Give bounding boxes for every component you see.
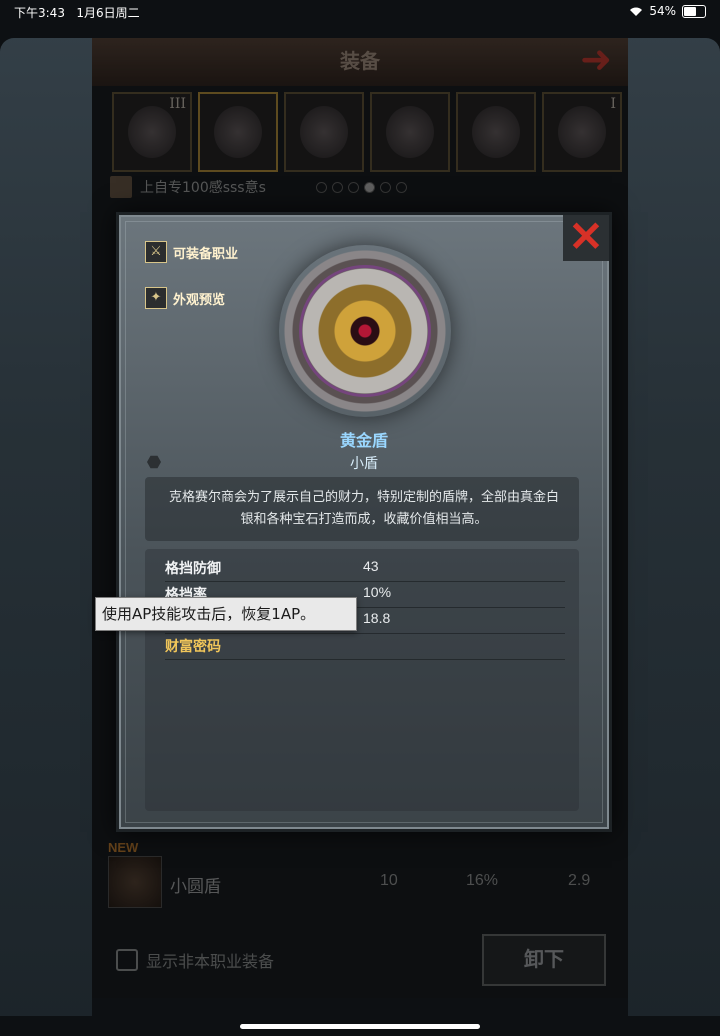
skill-row[interactable]: 财富密码	[165, 633, 565, 660]
side-background-left	[0, 38, 92, 1016]
status-time-date: 下午3:43 1月6日周二	[14, 4, 140, 21]
appearance-icon: ✦	[145, 287, 167, 309]
close-icon[interactable]: ✕	[563, 215, 609, 261]
stat-row: 格挡防御 43	[165, 555, 565, 582]
wifi-icon	[629, 6, 643, 16]
status-bar: 下午3:43 1月6日周二 54%	[0, 0, 720, 22]
item-detail-popup: ✕ ⚔ 可装备职业 ✦ 外观预览 黄金盾 小盾 克格赛尔商会为了展示自己的财力，…	[116, 212, 612, 832]
battery-percent: 54%	[649, 4, 676, 18]
stat-value: 18.8	[363, 610, 391, 626]
battery-icon	[682, 4, 706, 18]
feature-label: 可装备职业	[173, 246, 239, 262]
item-description: 克格赛尔商会为了展示自己的财力，特别定制的盾牌，全部由真金白银和各种宝石打造而成…	[168, 490, 559, 527]
class-icon: ⚔	[145, 241, 167, 263]
side-background-right	[628, 38, 720, 1016]
stat-value: 10%	[363, 584, 392, 600]
status-right: 54%	[629, 4, 706, 18]
stat-value: 43	[363, 558, 379, 574]
item-type: 小盾	[350, 456, 378, 472]
golden-shield-image	[279, 245, 451, 417]
stats-box: 格挡防御 43 格挡率 10% 18.8 财富密码	[145, 549, 579, 811]
item-title: 黄金盾	[339, 431, 388, 450]
description-box: 克格赛尔商会为了展示自己的财力，特别定制的盾牌，全部由真金白银和各种宝石打造而成…	[145, 477, 579, 541]
feature-label: 外观预览	[173, 292, 226, 308]
skill-tooltip: 使用AP技能攻击后，恢复1AP。	[95, 597, 357, 631]
status-time: 下午3:43	[14, 6, 65, 20]
appearance-preview-button[interactable]: ✦ 外观预览	[145, 287, 225, 309]
status-date: 1月6日周二	[76, 6, 140, 20]
home-indicator[interactable]	[240, 1024, 480, 1029]
stat-label: 格挡防御	[165, 561, 221, 577]
skill-name[interactable]: 财富密码	[165, 636, 221, 656]
equippable-class-button[interactable]: ⚔ 可装备职业	[145, 241, 238, 263]
